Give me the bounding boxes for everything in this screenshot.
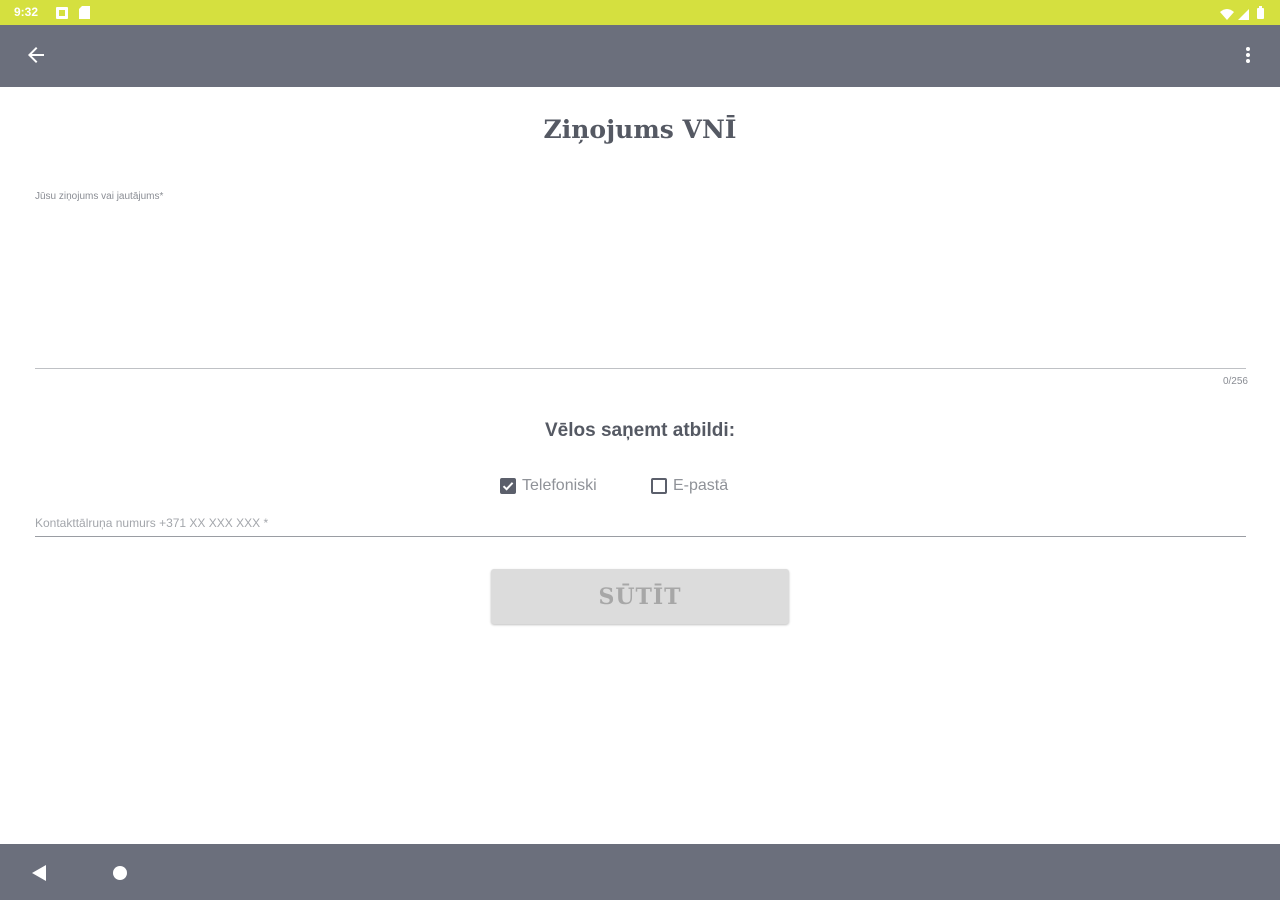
- message-label: Jūsu ziņojums vai jautājums*: [35, 191, 164, 202]
- signal-icon: [1238, 7, 1249, 25]
- battery-icon: [1257, 6, 1264, 24]
- back-button[interactable]: [18, 39, 54, 75]
- app-bar: [0, 25, 1280, 87]
- nav-back-icon[interactable]: [30, 863, 50, 883]
- wifi-icon: [1220, 7, 1234, 25]
- checkbox-label-telefoniski: Telefoniski: [522, 477, 597, 494]
- checkbox-checked-icon: [500, 478, 516, 494]
- checkbox-label-epasta: E-pastā: [673, 477, 729, 494]
- overflow-menu-button[interactable]: [1230, 39, 1266, 75]
- notification-icon: [56, 6, 68, 24]
- page-title: Ziņojums VNĪ: [543, 115, 737, 144]
- reply-heading: Vēlos saņemt atbildi:: [544, 420, 736, 441]
- phone-underline: [35, 536, 1246, 537]
- checkbox-unchecked-icon: [651, 478, 667, 494]
- sd-card-icon: [79, 6, 90, 24]
- message-underline: [35, 368, 1246, 369]
- nav-home-icon[interactable]: [112, 865, 128, 881]
- more-vert-icon: [1245, 46, 1251, 69]
- checkbox-epasta[interactable]: E-pastā: [651, 475, 728, 497]
- message-textarea[interactable]: [35, 205, 1245, 367]
- send-button[interactable]: SŪTĪT: [491, 569, 789, 624]
- status-bar: 9:32: [0, 0, 1280, 25]
- checkbox-telefoniski[interactable]: Telefoniski: [500, 475, 597, 497]
- status-time: 9:32: [14, 5, 39, 19]
- message-form: Ziņojums VNĪ Jūsu ziņojums vai jautājums…: [0, 87, 1280, 844]
- system-nav-bar: [0, 844, 1280, 900]
- phone-input[interactable]: [35, 513, 1245, 533]
- arrow-back-icon: [27, 46, 45, 69]
- char-counter: 0/256: [1222, 376, 1248, 387]
